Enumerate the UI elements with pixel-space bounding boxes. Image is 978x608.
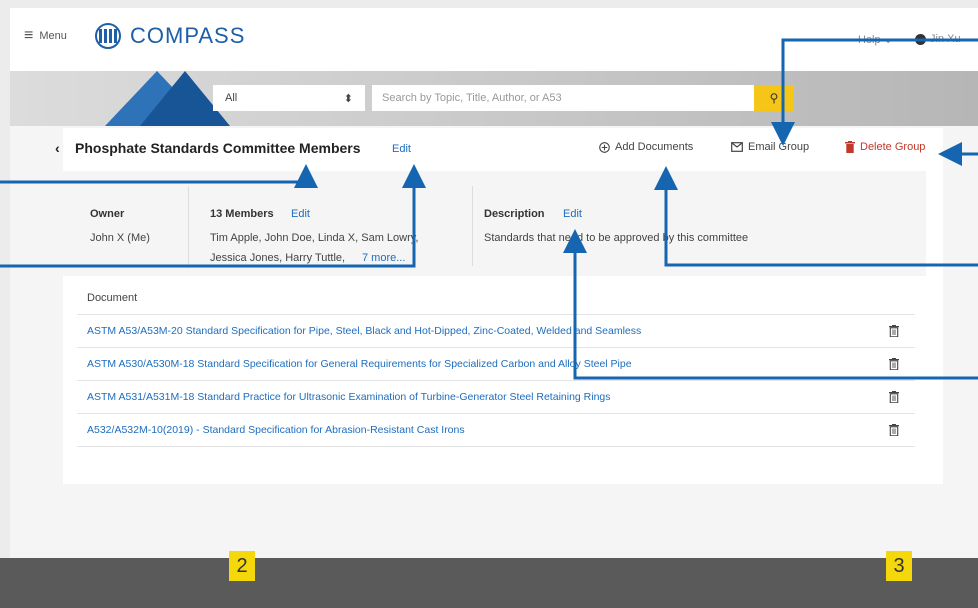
help-label: Help — [858, 34, 881, 46]
documents-table: Document ASTM A53/A53M-20 Standard Speci… — [77, 282, 915, 447]
user-menu[interactable]: Jin Xu — [915, 33, 961, 45]
envelope-icon — [731, 142, 743, 152]
trash-icon[interactable] — [889, 325, 899, 337]
annotation-badge: 2 — [229, 551, 255, 581]
divider — [472, 186, 473, 266]
hamburger-icon: ≡ — [24, 27, 34, 44]
search-input[interactable] — [372, 85, 754, 111]
table-header: Document — [77, 282, 915, 315]
search-scope-select[interactable]: All ⬍ — [213, 85, 365, 111]
astm-logo-icon — [95, 23, 121, 49]
document-link[interactable]: ASTM A531/A531M-18 Standard Practice for… — [87, 391, 611, 403]
divider — [188, 186, 189, 266]
document-link[interactable]: A532/A532M-10(2019) - Standard Specifica… — [87, 424, 465, 436]
search-banner: All ⬍ ⚲ — [10, 71, 978, 126]
members-more-link[interactable]: 7 more... — [362, 248, 405, 268]
document-link[interactable]: ASTM A53/A53M-20 Standard Specification … — [87, 325, 641, 337]
table-row[interactable]: A532/A532M-10(2019) - Standard Specifica… — [77, 414, 915, 447]
delete-group-label: Delete Group — [860, 141, 926, 153]
select-arrows-icon: ⬍ — [343, 92, 353, 105]
search-scope-value: All — [225, 92, 238, 104]
owner-label: Owner — [90, 208, 125, 220]
search-button[interactable]: ⚲ — [754, 85, 794, 111]
table-row[interactable]: ASTM A530/A530M-18 Standard Specificatio… — [77, 348, 915, 381]
plus-circle-icon — [599, 141, 610, 153]
help-menu[interactable]: Help ⌄ — [858, 33, 893, 46]
logo[interactable]: COMPASS — [90, 22, 245, 50]
annotation-badge: 3 — [886, 551, 912, 581]
document-link[interactable]: ASTM A530/A530M-18 Standard Specificatio… — [87, 358, 632, 370]
logo-text: COMPASS — [130, 23, 246, 48]
menu-label: Menu — [39, 30, 67, 42]
trash-icon[interactable] — [889, 391, 899, 403]
trash-icon[interactable] — [889, 358, 899, 370]
members-count: 13 Members — [210, 208, 274, 220]
members-list-line: Jessica Jones, Harry Tuttle, — [210, 252, 346, 264]
user-avatar-icon — [915, 33, 926, 45]
description-label: Description — [484, 208, 545, 220]
search-icon: ⚲ — [769, 91, 779, 105]
email-group-label: Email Group — [748, 141, 810, 153]
group-info-panel — [63, 171, 926, 276]
title-edit-link[interactable]: Edit — [392, 143, 411, 155]
members-list-line: Tim Apple, John Doe, Linda X, Sam Lowry, — [210, 232, 419, 244]
menu-button[interactable]: ≡ Menu — [24, 27, 67, 44]
owner-value: John X (Me) — [90, 232, 150, 244]
description-value: Standards that need to be approved by th… — [484, 232, 749, 244]
description-edit-link[interactable]: Edit — [563, 208, 582, 220]
delete-group-button[interactable]: Delete Group — [845, 141, 925, 153]
user-name: Jin Xu — [930, 33, 961, 45]
page-title: Phosphate Standards Committee Members — [75, 140, 361, 156]
members-edit-link[interactable]: Edit — [291, 208, 310, 220]
email-group-button[interactable]: Email Group — [731, 141, 809, 153]
top-bar: ≡ Menu COMPASS Help ⌄ Jin Xu — [10, 8, 978, 71]
trash-icon — [845, 141, 855, 153]
add-documents-label: Add Documents — [615, 141, 694, 153]
add-documents-button[interactable]: Add Documents — [599, 141, 693, 153]
table-row[interactable]: ASTM A53/A53M-20 Standard Specification … — [77, 315, 915, 348]
back-chevron-icon[interactable]: ‹ — [55, 140, 60, 156]
trash-icon[interactable] — [889, 424, 899, 436]
table-row[interactable]: ASTM A531/A531M-18 Standard Practice for… — [77, 381, 915, 414]
annotation-footer — [0, 558, 978, 608]
